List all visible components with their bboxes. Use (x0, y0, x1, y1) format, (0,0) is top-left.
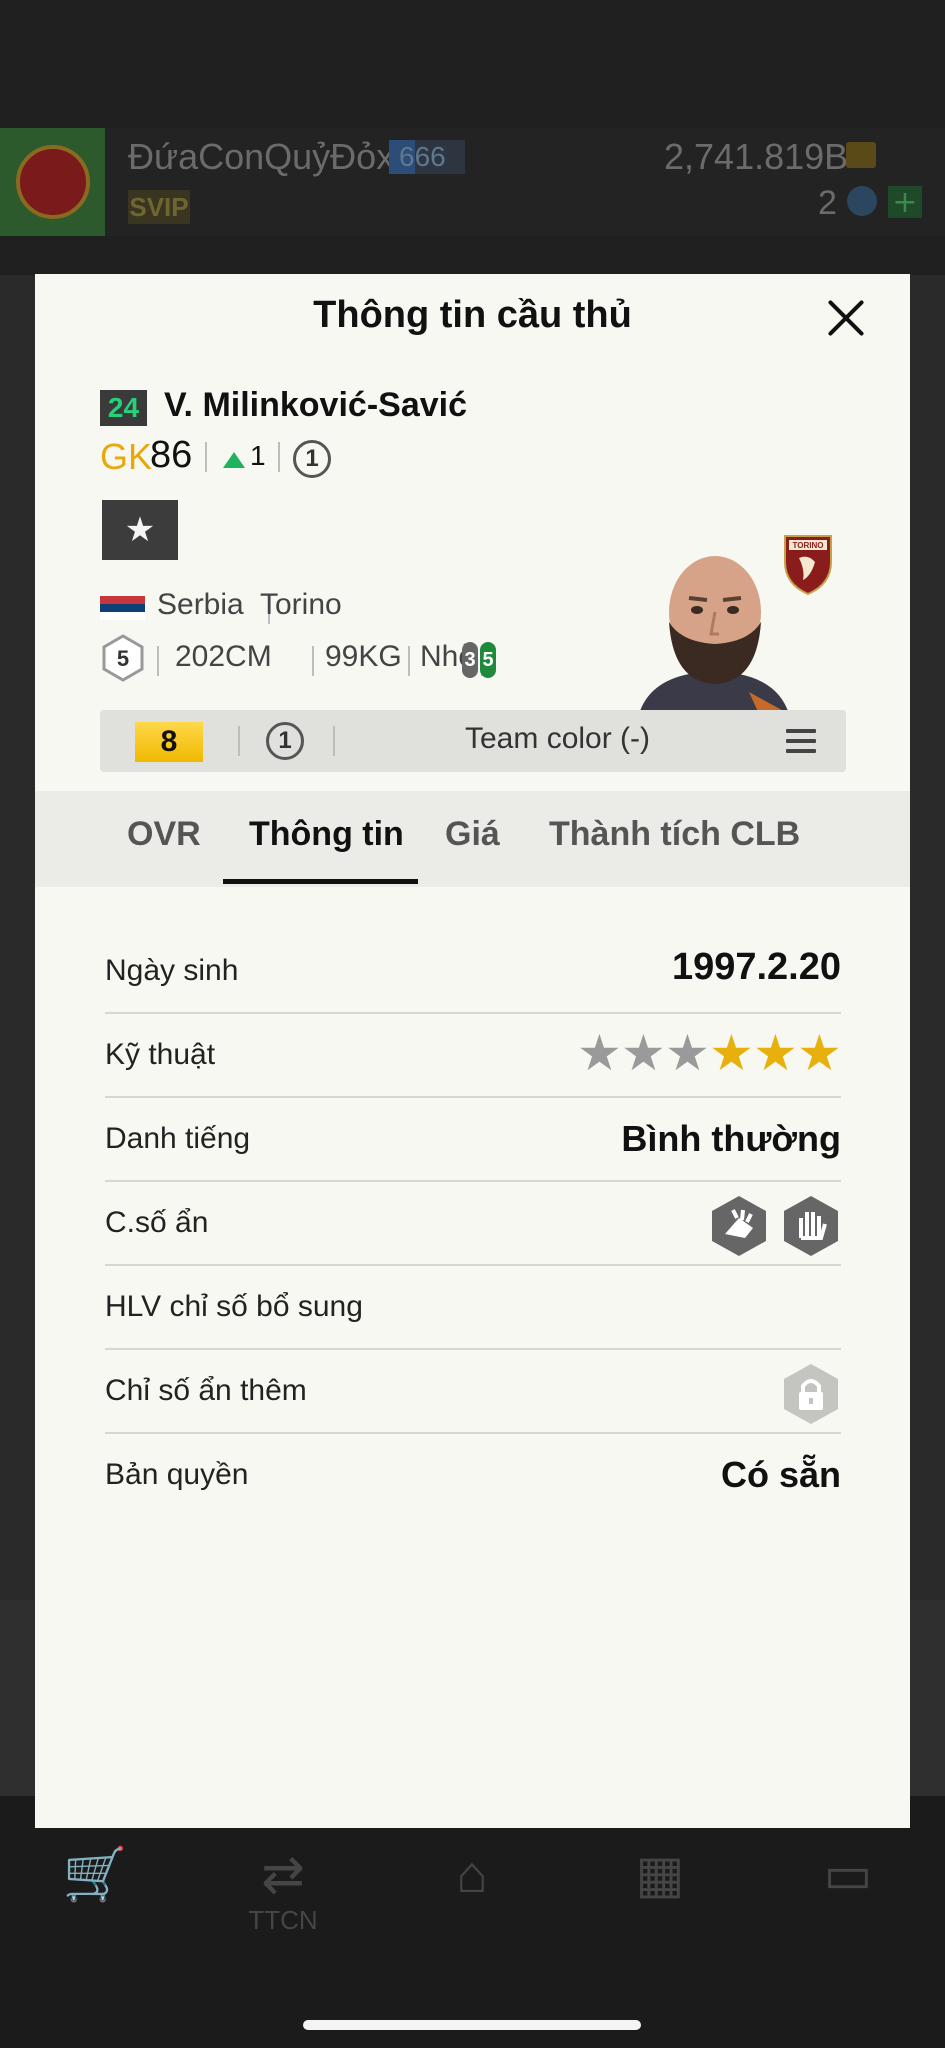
nav-transfer[interactable]: ⇄ TTCN (243, 1845, 323, 1936)
star-empty-icon: ★ (665, 1024, 710, 1082)
divider (312, 646, 314, 676)
reputation-value: Bình thường (621, 1118, 841, 1159)
user-name: ĐứaConQuỷĐỏx (128, 136, 395, 177)
player-weight: 99KG (325, 640, 402, 673)
vip-badge: SVIP (128, 190, 190, 224)
menu-icon[interactable] (786, 729, 816, 753)
tab-ovr[interactable]: OVR (127, 815, 201, 854)
player-info-modal: Thông tin cầu thủ 24 V. Milinković-Savić… (35, 274, 910, 1828)
nav-bag[interactable]: ▭ (808, 1845, 888, 1905)
row-license: Bản quyền Có sẵn (105, 1434, 841, 1518)
divider (278, 442, 280, 472)
star-filled-icon: ★ (797, 1024, 842, 1082)
lock-icon[interactable] (781, 1362, 841, 1426)
nav-home[interactable]: ⌂ (432, 1845, 512, 1905)
weak-foot-value: 5 (117, 646, 129, 671)
weak-foot-hex-icon: 5 (102, 634, 144, 682)
cart-icon: 🛒 (62, 1846, 128, 1904)
modal-title: Thông tin cầu thủ (313, 294, 632, 336)
nav-squad[interactable]: ▦ (620, 1845, 700, 1905)
left-foot-badge: 3 (462, 642, 478, 678)
coin-icon (847, 186, 877, 216)
star-filled-icon: ★ (753, 1024, 798, 1082)
coach-stats-label: HLV chỉ số bổ sung (105, 1290, 363, 1323)
row-coach-stats: HLV chỉ số bổ sung (105, 1266, 841, 1350)
extra-hidden-label: Chỉ số ẩn thêm (105, 1374, 307, 1407)
license-label: Bản quyền (105, 1458, 249, 1491)
player-position: GK (100, 436, 153, 477)
tab-info[interactable]: Thông tin (249, 815, 404, 854)
star-icon: ★ (124, 510, 156, 550)
transfer-icon: ⇄ (261, 1846, 305, 1904)
nav-shop[interactable]: 🛒 (55, 1845, 135, 1905)
player-name: V. Milinković-Savić (164, 386, 467, 424)
player-action-bar: 8 1 Team color (-) (100, 710, 846, 772)
add-coin-button[interactable]: + (888, 185, 922, 220)
info-tabs: OVR Thông tin Giá Thành tích CLB (35, 791, 910, 887)
divider (157, 646, 159, 676)
svg-text:TORINO: TORINO (793, 541, 824, 550)
crest-icon (15, 145, 90, 219)
player-ovr: 86 (150, 434, 193, 476)
hidden-stats-label: C.số ẩn (105, 1206, 209, 1239)
briefcase-icon: ▭ (823, 1846, 873, 1904)
player-nation: Serbia (157, 588, 244, 621)
team-color-label[interactable]: Team color (-) (465, 722, 650, 756)
player-club: Torino (260, 588, 342, 621)
divider (333, 726, 335, 756)
divider (408, 646, 410, 676)
license-value: Có sẵn (720, 1454, 841, 1495)
star-filled-icon: ★ (709, 1024, 754, 1082)
gk-hand-trait-icon[interactable] (709, 1194, 769, 1258)
upgrade-level-badge: 1 (293, 440, 331, 478)
right-foot-badge: 5 (480, 642, 496, 678)
reputation-label: Danh tiếng (105, 1122, 251, 1155)
star-empty-icon: ★ (577, 1024, 622, 1082)
tab-price[interactable]: Giá (445, 815, 500, 854)
active-tab-indicator (223, 879, 418, 884)
row-hidden-stats: C.số ẩn (105, 1182, 841, 1266)
player-height: 202CM (175, 640, 272, 673)
club-badge[interactable] (0, 128, 105, 236)
up-arrow-icon (223, 452, 245, 468)
birthdate-label: Ngày sinh (105, 954, 239, 987)
coin-amount: 2 (818, 184, 837, 222)
ovr-change: 1 (250, 440, 266, 471)
torino-logo-icon: TORINO (784, 535, 832, 596)
gk-glove-trait-icon[interactable] (781, 1194, 841, 1258)
skill-stars: ★★★★★★ (577, 1024, 842, 1082)
favorite-button[interactable]: ★ (102, 500, 178, 560)
upgrade-badge[interactable]: 1 (266, 722, 304, 760)
serbia-flag-icon (100, 596, 145, 620)
home-indicator[interactable] (303, 2020, 641, 2030)
jersey-number: 24 (100, 390, 147, 426)
player-photo (629, 542, 799, 714)
close-button[interactable] (824, 296, 868, 340)
user-level: 666 (389, 140, 465, 174)
divider (238, 726, 240, 756)
star-empty-icon: ★ (621, 1024, 666, 1082)
home-icon: ⌂ (456, 1846, 488, 1904)
pitch-icon: ▦ (635, 1846, 685, 1904)
row-skill: Kỹ thuật ★★★★★★ (105, 1014, 842, 1098)
money-amount: 2,741.819B (664, 136, 849, 177)
row-birthdate: Ngày sinh 1997.2.20 (105, 930, 841, 1014)
bottom-nav (0, 1796, 945, 2048)
row-extra-hidden: Chỉ số ẩn thêm (105, 1350, 841, 1434)
skill-label: Kỹ thuật (105, 1038, 216, 1071)
divider (205, 442, 207, 472)
ticket-icon (846, 142, 876, 168)
tab-club-achievements[interactable]: Thành tích CLB (549, 815, 800, 854)
enhance-level-badge[interactable]: 8 (135, 722, 203, 762)
row-reputation: Danh tiếng Bình thường (105, 1098, 841, 1182)
birthdate-value: 1997.2.20 (671, 946, 841, 988)
